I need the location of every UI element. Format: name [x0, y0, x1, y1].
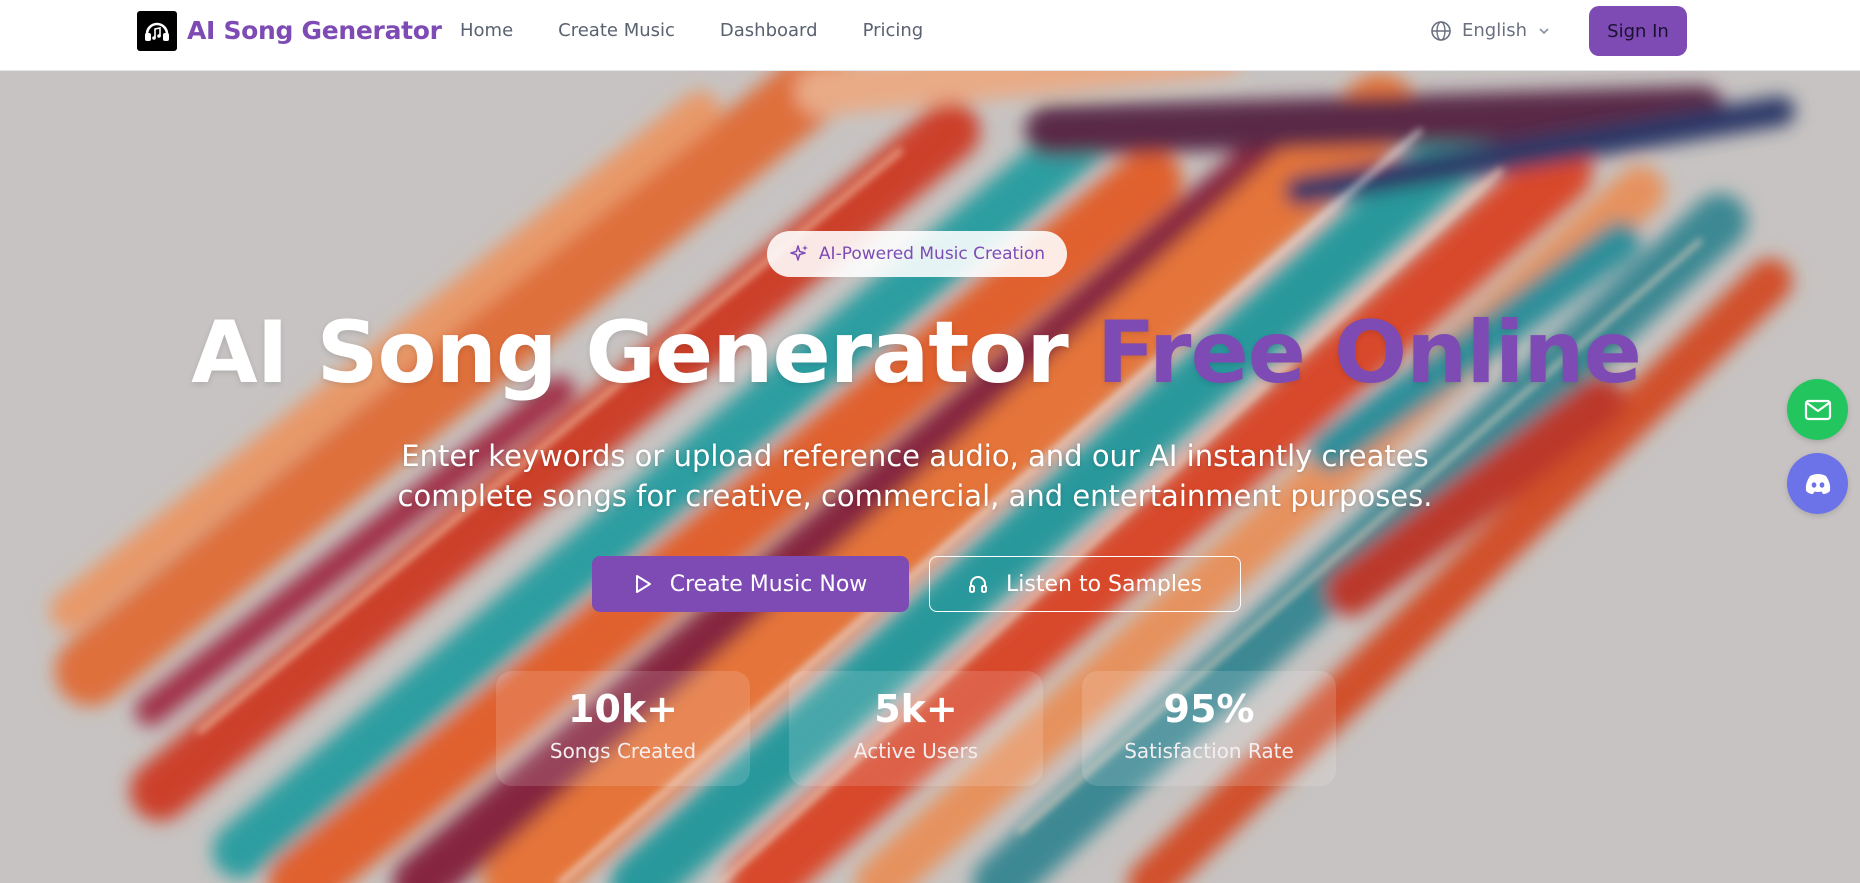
- hero-subtitle-line-2: complete songs for creative, commercial,…: [397, 479, 1433, 513]
- globe-icon: [1431, 21, 1451, 41]
- create-music-now-label: Create Music Now: [669, 571, 868, 597]
- discord-button[interactable]: [1787, 453, 1848, 514]
- mail-icon: [1804, 399, 1831, 420]
- sparkles-icon: [790, 245, 808, 261]
- hero-title-main: AI Song Generator: [191, 303, 1069, 403]
- hero-subtitle: Enter keywords or upload reference audio…: [330, 436, 1500, 516]
- hero-title: AI Song Generator Free Online: [0, 303, 1832, 403]
- nav-home[interactable]: Home: [460, 19, 513, 43]
- contact-email-button[interactable]: [1787, 379, 1848, 440]
- nav-dashboard[interactable]: Dashboard: [720, 19, 818, 43]
- stat-active-users: 5k+ Active Users: [789, 671, 1043, 786]
- stat-satisfaction-rate: 95% Satisfaction Rate: [1082, 671, 1336, 786]
- language-label: English: [1462, 20, 1527, 41]
- brand-name[interactable]: AI Song Generator: [187, 14, 442, 48]
- top-navigation-bar: AI Song Generator Home Create Music Dash…: [0, 0, 1860, 71]
- main-nav: Home Create Music Dashboard Pricing: [460, 19, 968, 43]
- headphones-icon: [969, 576, 988, 593]
- stat-value: 95%: [1163, 687, 1255, 731]
- play-icon: [635, 575, 651, 593]
- listen-to-samples-button[interactable]: Listen to Samples: [929, 556, 1241, 612]
- create-music-now-button[interactable]: Create Music Now: [592, 556, 909, 612]
- logo-icon[interactable]: [137, 11, 177, 51]
- stat-value: 10k+: [568, 687, 678, 731]
- stat-label: Songs Created: [549, 739, 697, 763]
- hero-title-accent: Free Online: [1096, 303, 1642, 403]
- listen-to-samples-label: Listen to Samples: [1006, 571, 1202, 597]
- nav-create-music[interactable]: Create Music: [558, 19, 675, 43]
- stat-songs-created: 10k+ Songs Created: [496, 671, 750, 786]
- ai-powered-badge: AI-Powered Music Creation: [767, 231, 1067, 277]
- discord-icon: [1805, 473, 1830, 494]
- stat-value: 5k+: [874, 687, 958, 731]
- chevron-down-icon: [1539, 28, 1549, 35]
- stat-label: Active Users: [853, 739, 979, 763]
- nav-pricing[interactable]: Pricing: [863, 19, 924, 43]
- sign-in-button[interactable]: Sign In: [1589, 6, 1687, 56]
- stat-label: Satisfaction Rate: [1124, 739, 1294, 763]
- badge-label: AI-Powered Music Creation: [818, 244, 1046, 264]
- language-selector[interactable]: English: [1430, 19, 1551, 43]
- hero-subtitle-line-1: Enter keywords or upload reference audio…: [401, 439, 1429, 473]
- hero-section: AI-Powered Music Creation AI Song Genera…: [0, 71, 1860, 883]
